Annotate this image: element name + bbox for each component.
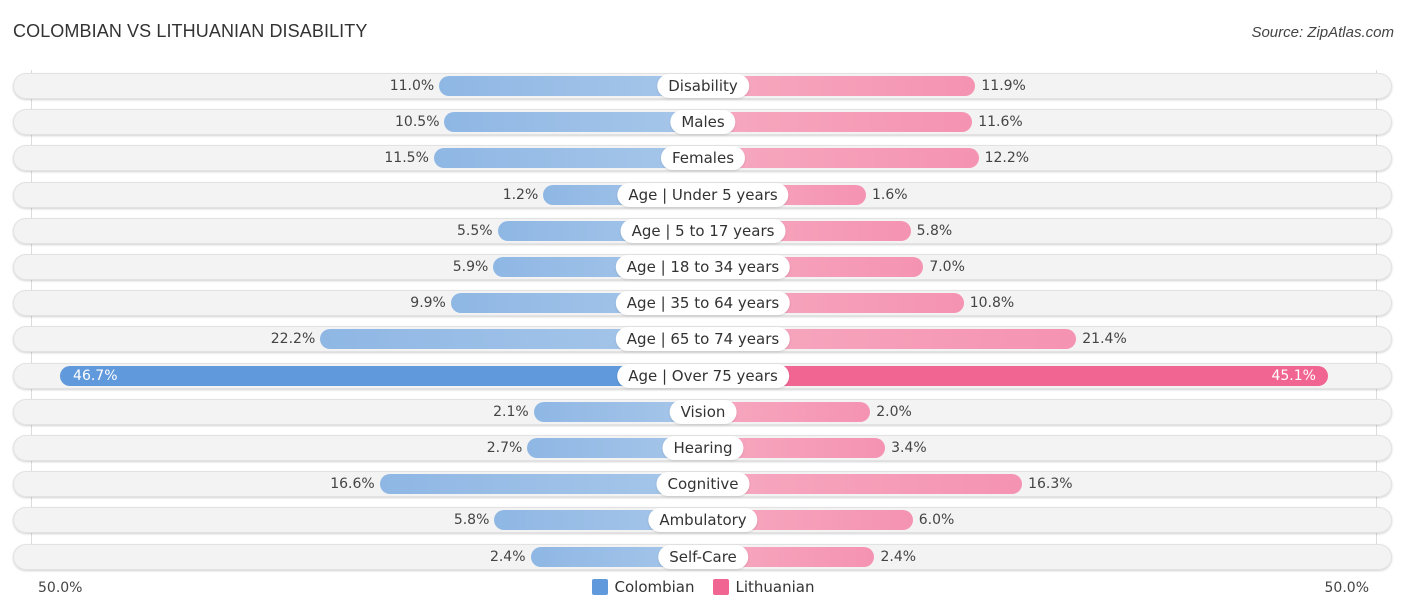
category-label: Cognitive [656,472,750,497]
value-label-colombian: 9.9% [410,295,446,312]
category-label: Males [670,110,736,135]
value-label-lithuanian: 1.6% [871,186,908,203]
value-label-colombian: 11.5% [384,150,429,167]
category-label: Age | 5 to 17 years [620,218,786,243]
value-label-lithuanian: 11.9% [981,78,1026,94]
value-label-colombian: 2.1% [493,403,529,420]
value-label-lithuanian: 7.0% [929,259,965,275]
category-label: Ambulatory [648,508,758,533]
value-label-colombian: 5.8% [453,512,490,529]
bar-colombian[interactable] [60,365,703,386]
bar-colombian[interactable] [444,112,703,133]
value-label-lithuanian: 16.3% [1028,476,1073,493]
value-label-colombian: 22.2% [270,331,316,348]
bar-colombian[interactable] [379,474,703,495]
value-label-lithuanian: 5.8% [916,222,953,239]
legend-label-colombian: Colombian [614,578,695,596]
value-label-colombian: 46.7% [73,367,118,384]
value-label-colombian: 10.5% [395,114,440,131]
category-label: Self-Care [658,544,748,569]
value-label-lithuanian: 11.6% [978,114,1023,131]
category-label: Disability [657,74,749,98]
value-label-colombian: 5.9% [452,259,489,275]
value-label-colombian: 2.7% [486,440,523,456]
value-label-lithuanian: 3.4% [891,440,927,456]
value-label-lithuanian: 45.1% [1271,367,1316,384]
category-label: Vision [669,399,737,424]
value-label-colombian: 1.2% [502,186,539,203]
value-label-colombian: 11.0% [389,78,435,94]
value-label-lithuanian: 12.2% [984,150,1030,167]
category-label: Age | 35 to 64 years [615,291,791,316]
value-label-colombian: 2.4% [489,548,526,565]
bar-lithuanian[interactable] [703,112,973,133]
value-label-lithuanian: 10.8% [969,295,1015,312]
legend: Colombian Lithuanian [0,578,1406,596]
category-label: Age | Over 75 years [617,363,789,388]
category-label: Age | 65 to 74 years [615,327,791,352]
legend-swatch-colombian [591,579,608,595]
value-label-lithuanian: 2.0% [876,403,912,420]
value-label-colombian: 16.6% [330,476,375,493]
diverging-bar-chart: 11.0% 11.9% Disability 10.5% 11.6% Males 11.5%… [0,0,1406,612]
legend-label-lithuanian: Lithuanian [735,578,815,596]
category-label: Hearing [662,436,744,460]
value-label-lithuanian: 21.4% [1082,331,1127,348]
legend-swatch-lithuanian [712,579,729,595]
value-label-lithuanian: 6.0% [918,512,955,529]
bar-lithuanian[interactable] [703,474,1023,495]
category-label: Age | Under 5 years [617,182,789,207]
legend-item-lithuanian[interactable]: Lithuanian [712,578,815,596]
bar-lithuanian[interactable] [703,365,1328,386]
value-label-lithuanian: 2.4% [880,548,917,565]
category-label: Age | 18 to 34 years [615,255,791,279]
value-label-colombian: 5.5% [457,222,493,239]
category-label: Females [660,146,746,171]
legend-item-colombian[interactable]: Colombian [591,578,695,596]
